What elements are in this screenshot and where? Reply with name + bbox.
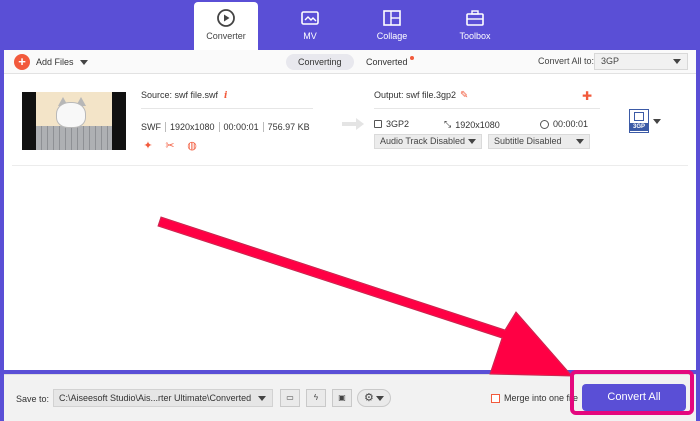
chevron-down-icon	[468, 139, 476, 144]
chevron-down-icon[interactable]	[79, 59, 88, 65]
tab-converting[interactable]: Converting	[286, 54, 354, 70]
add-icon: +	[14, 54, 30, 70]
edit-pen-icon[interactable]: ✎	[460, 90, 468, 101]
source-duration: 00:00:01	[218, 122, 259, 132]
converter-icon	[217, 9, 235, 27]
magic-wand-icon[interactable]: ✦	[142, 140, 154, 152]
chevron-down-icon	[576, 139, 584, 144]
output-file-name: Output: swf file.3gp2 ✎	[374, 90, 469, 101]
info-icon[interactable]: i	[224, 91, 227, 101]
tab-toolbox-label: Toolbox	[459, 31, 491, 41]
add-files-button[interactable]: + Add Files	[14, 54, 88, 70]
source-file-name: Source: swf file.swf i	[141, 90, 228, 101]
gpu-accel-button[interactable]: ▣	[332, 389, 352, 407]
subtitle-select[interactable]: Subtitle Disabled	[488, 134, 590, 149]
cat-image	[56, 102, 86, 128]
converter-toolbar: + Add Files Converting Converted Convert…	[4, 50, 696, 74]
output-duration-info: 00:00:01	[540, 119, 588, 129]
add-files-label: Add Files	[36, 57, 74, 67]
tab-mv-label: MV	[303, 31, 317, 41]
output-resolution-info: ⤡ 1920x1080	[444, 119, 500, 130]
output-format-info: 3GP2	[374, 119, 409, 129]
source-format: SWF	[141, 122, 161, 132]
convert-all-button[interactable]: Convert All	[582, 384, 686, 411]
chevron-down-icon[interactable]	[653, 119, 661, 124]
gear-icon: ⚙	[364, 392, 374, 404]
film-icon	[634, 112, 644, 121]
tab-mv[interactable]: MV	[278, 2, 342, 50]
notification-dot	[409, 56, 414, 60]
file-list-item: Source: swf file.swf i SWF 1920x1080 00:0…	[12, 82, 688, 166]
format-select-value: 3GP	[601, 56, 620, 66]
tab-converted[interactable]: Converted	[354, 54, 426, 70]
tab-toolbox[interactable]: Toolbox	[443, 2, 507, 50]
merge-label: Merge into one file	[504, 393, 579, 403]
clock-icon	[540, 119, 549, 129]
converter-panel: + Add Files Converting Converted Convert…	[4, 50, 696, 370]
source-size: 756.97 KB	[262, 122, 310, 132]
scissors-icon[interactable]: ✂	[164, 140, 176, 152]
tab-collage-label: Collage	[376, 31, 408, 41]
save-path-select[interactable]: C:\Aiseesoft Studio\Ais...rter Ultimate\…	[53, 389, 273, 407]
tab-collage[interactable]: Collage	[360, 2, 424, 50]
chip-off-icon: ▣	[338, 393, 346, 402]
video-thumbnail[interactable]	[22, 92, 126, 150]
source-resolution: 1920x1080	[165, 122, 215, 132]
settings-button[interactable]: ⚙	[357, 389, 391, 407]
hardware-accel-button[interactable]: ϟ	[306, 389, 326, 407]
audio-track-select[interactable]: Audio Track Disabled	[374, 134, 482, 149]
mv-icon	[301, 11, 319, 25]
tab-converter[interactable]: Converter	[194, 2, 258, 50]
palette-icon[interactable]: ◍	[186, 140, 198, 152]
chevron-down-icon	[673, 59, 681, 64]
toolbox-icon	[466, 10, 484, 26]
film-icon	[374, 120, 382, 128]
arrow-right-icon	[342, 118, 364, 130]
convert-all-format-select[interactable]: 3GP	[594, 53, 688, 70]
format-badge: 3GP	[630, 123, 648, 131]
edit-tools: ✦ ✂ ◍	[142, 140, 198, 152]
chevron-down-icon	[376, 396, 384, 401]
source-meta: SWF 1920x1080 00:00:01 756.97 KB	[141, 122, 310, 132]
compress-icon[interactable]: ✚	[582, 89, 592, 103]
chevron-down-icon	[258, 396, 266, 401]
lightning-off-icon: ϟ	[313, 393, 319, 402]
main-tab-bar: Converter MV Collage Toolbox	[0, 0, 700, 50]
resize-icon: ⤡	[444, 119, 452, 129]
tab-converted-label: Converted	[366, 57, 408, 67]
merge-checkbox[interactable]	[491, 393, 500, 403]
convert-all-to-label: Convert All to:	[538, 56, 595, 66]
merge-option[interactable]: Merge into one file	[491, 393, 578, 403]
save-to-label: Save to:	[16, 394, 50, 404]
folder-icon: ▭	[286, 393, 294, 402]
output-format-button[interactable]: 3GP	[629, 109, 649, 133]
open-folder-button[interactable]: ▭	[280, 389, 300, 407]
collage-icon	[383, 10, 401, 26]
tab-converter-label: Converter	[206, 31, 246, 41]
